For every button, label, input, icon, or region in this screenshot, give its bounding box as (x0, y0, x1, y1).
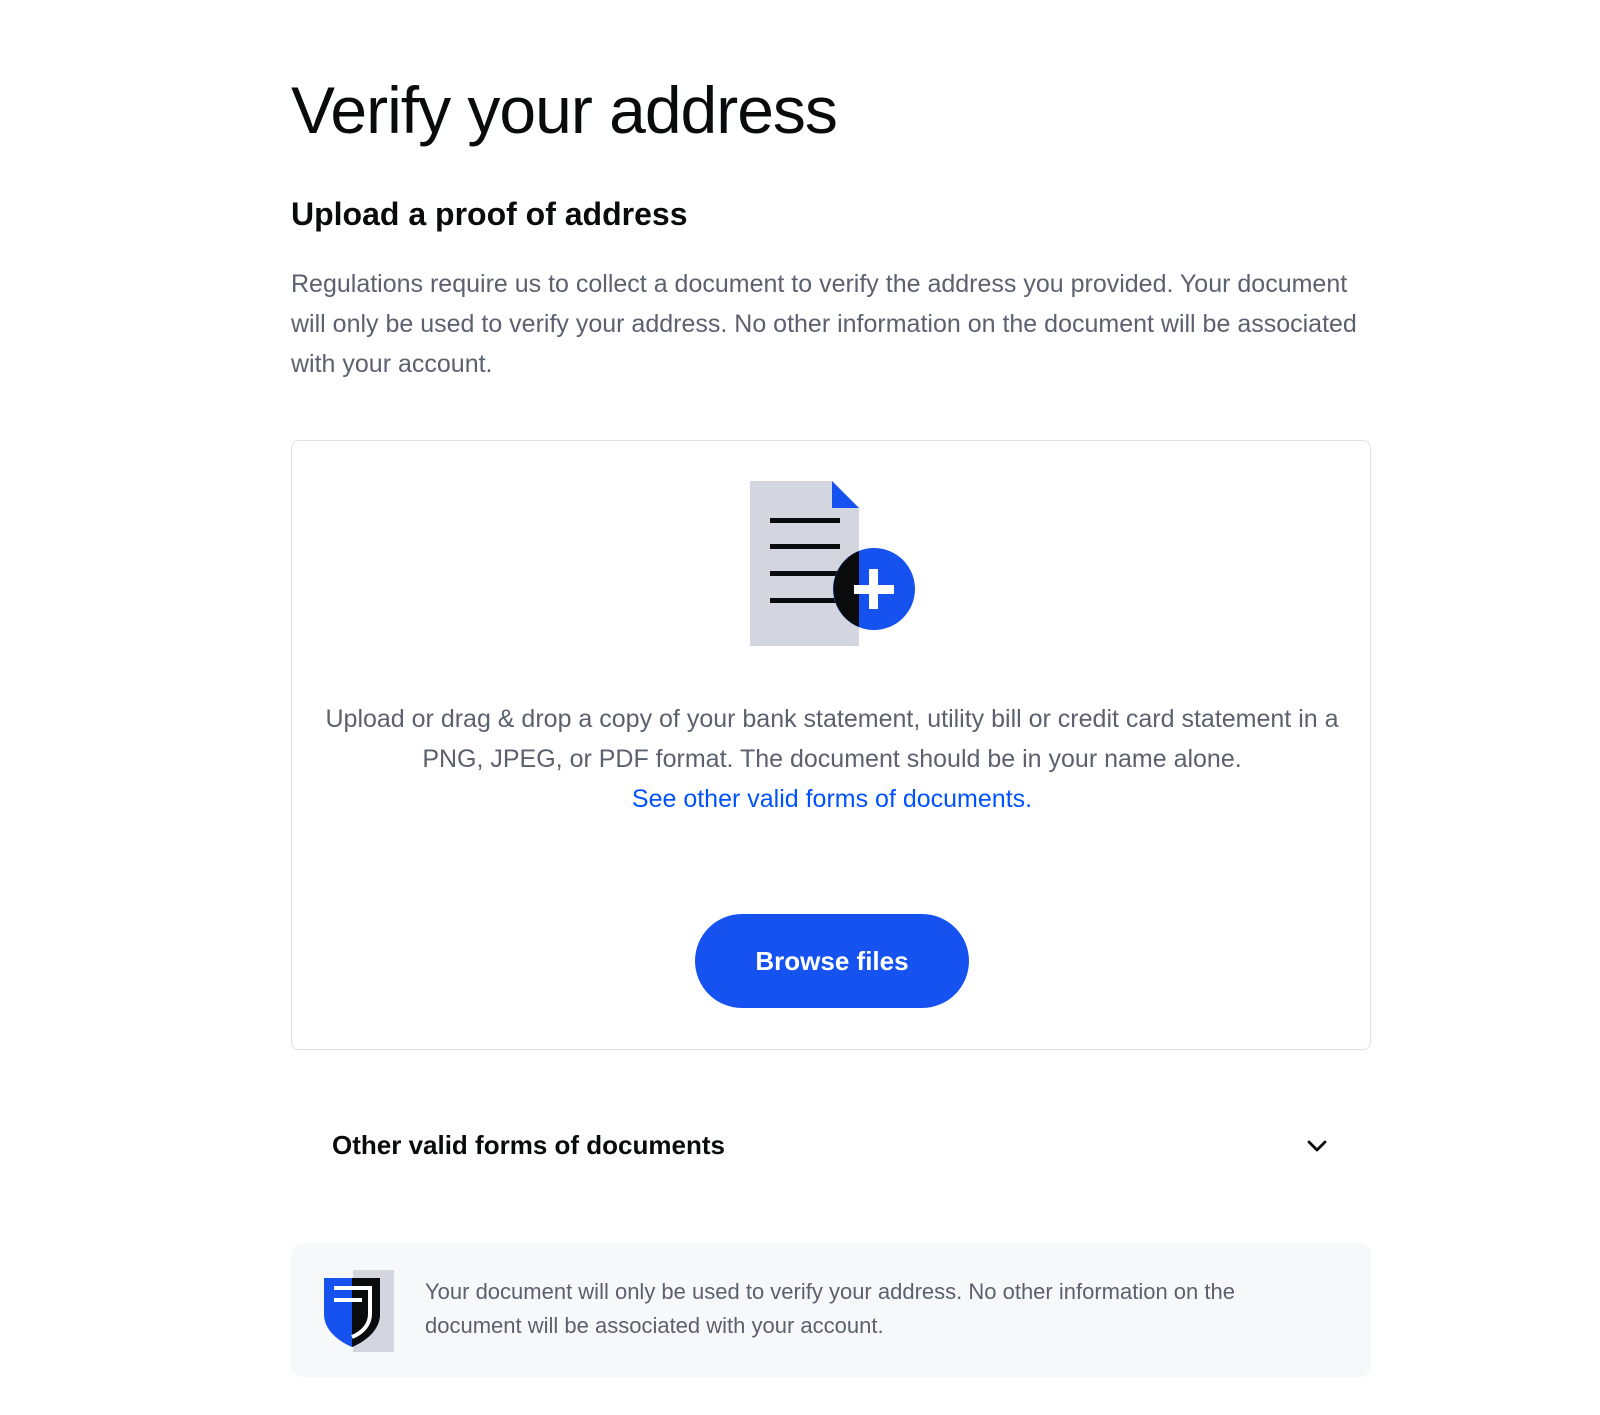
upload-instructions-block: Upload or drag & drop a copy of your ban… (322, 699, 1342, 819)
other-documents-accordion[interactable]: Other valid forms of documents (291, 1110, 1371, 1180)
other-documents-link[interactable]: See other valid forms of documents. (322, 779, 1342, 819)
accordion-title: Other valid forms of documents (332, 1130, 725, 1160)
section-title: Upload a proof of address (291, 196, 688, 232)
browse-files-button[interactable]: Browse files (695, 914, 969, 1008)
chevron-down-icon (1307, 1140, 1327, 1152)
privacy-notice: Your document will only be used to verif… (291, 1243, 1371, 1377)
intro-text: Regulations require us to collect a docu… (291, 270, 1357, 378)
shield-icon (324, 1270, 394, 1352)
page: Verify your address Upload a proof of ad… (0, 0, 1600, 1415)
notice-text: Your document will only be used to verif… (425, 1279, 1235, 1338)
upload-dropzone[interactable]: Upload or drag & drop a copy of your ban… (291, 440, 1371, 1050)
page-title: Verify your address (291, 73, 838, 147)
upload-instructions: Upload or drag & drop a copy of your ban… (325, 705, 1339, 773)
document-add-icon (750, 481, 915, 646)
